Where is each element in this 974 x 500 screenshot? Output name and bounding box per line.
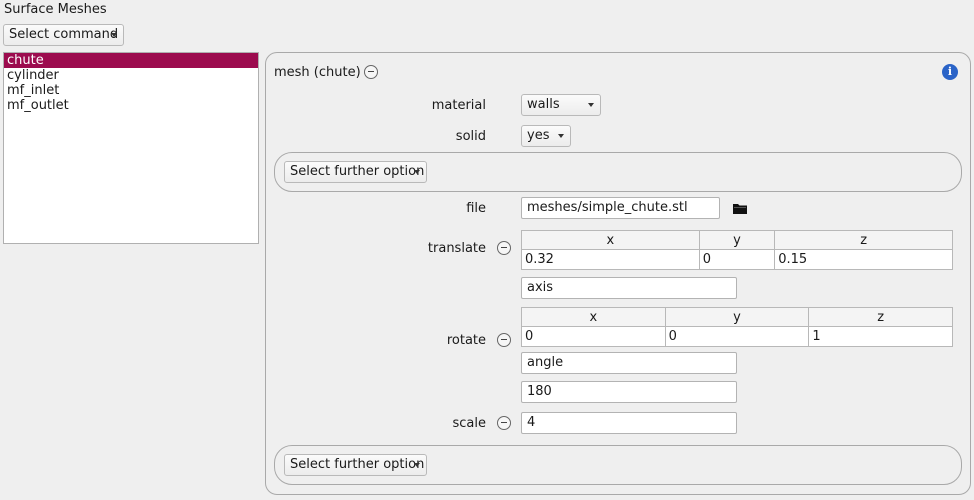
further-option-panel-1: Select further option [274,152,962,192]
collapse-scale-button[interactable] [497,416,511,430]
rotate-z-cell[interactable]: 1 [808,326,953,347]
angle-label-field[interactable]: angle [521,352,737,374]
axis-field[interactable]: axis [521,277,737,299]
collapse-mesh-button[interactable] [364,65,378,79]
rotate-y-cell[interactable]: 0 [664,326,810,347]
column-header-z: z [774,230,953,250]
material-label: material [431,98,486,113]
translate-table[interactable]: x y z 0.32 0 0.15 [521,230,953,270]
collapse-translate-button[interactable] [497,241,511,255]
collapse-rotate-button[interactable] [497,333,511,347]
column-header-y: y [664,307,810,327]
file-field[interactable]: meshes/simple_chute.stl [521,197,720,219]
chevron-down-icon [414,170,420,174]
chevron-down-icon [414,463,420,467]
rotate-axis-table[interactable]: x y z 0 0 1 [521,307,953,347]
list-item[interactable]: cylinder [4,68,258,83]
translate-label: translate [427,241,486,256]
page-title: Surface Meshes [4,2,107,17]
list-item[interactable]: mf_outlet [4,98,258,113]
file-label: file [466,201,486,216]
solid-label: solid [455,129,486,144]
rotate-label: rotate [446,333,486,348]
further-option-panel-2: Select further option [274,445,962,485]
list-item[interactable]: chute [4,53,258,68]
translate-z-cell[interactable]: 0.15 [774,249,953,270]
list-item[interactable]: mf_inlet [4,83,258,98]
chevron-down-icon [558,134,564,138]
scale-field[interactable]: 4 [521,412,737,434]
translate-x-cell[interactable]: 0.32 [521,249,700,270]
chevron-down-icon [588,103,594,107]
column-header-z: z [808,307,953,327]
solid-dropdown[interactable]: yes [521,125,571,147]
chevron-down-icon [111,33,117,37]
material-dropdown[interactable]: walls [521,94,601,116]
mesh-panel: mesh (chute) i material walls solid yes … [265,52,971,495]
select-command-label: Select command [9,27,119,42]
info-icon[interactable]: i [942,64,958,80]
panel-title: mesh (chute) [274,65,361,80]
solid-value: yes [527,128,550,143]
angle-value-field[interactable]: 180 [521,381,737,403]
column-header-y: y [698,230,776,250]
material-value: walls [527,97,560,112]
further-option-dropdown-2[interactable]: Select further option [284,454,427,476]
select-command-dropdown[interactable]: Select command [3,24,124,46]
folder-icon[interactable] [733,203,747,214]
mesh-list[interactable]: chute cylinder mf_inlet mf_outlet [3,52,259,244]
further-option-label: Select further option [290,457,425,472]
further-option-dropdown-1[interactable]: Select further option [284,161,427,183]
further-option-label: Select further option [290,164,425,179]
column-header-x: x [521,230,700,250]
scale-label: scale [452,416,487,431]
rotate-x-cell[interactable]: 0 [521,326,666,347]
translate-y-cell[interactable]: 0 [698,249,776,270]
column-header-x: x [521,307,666,327]
